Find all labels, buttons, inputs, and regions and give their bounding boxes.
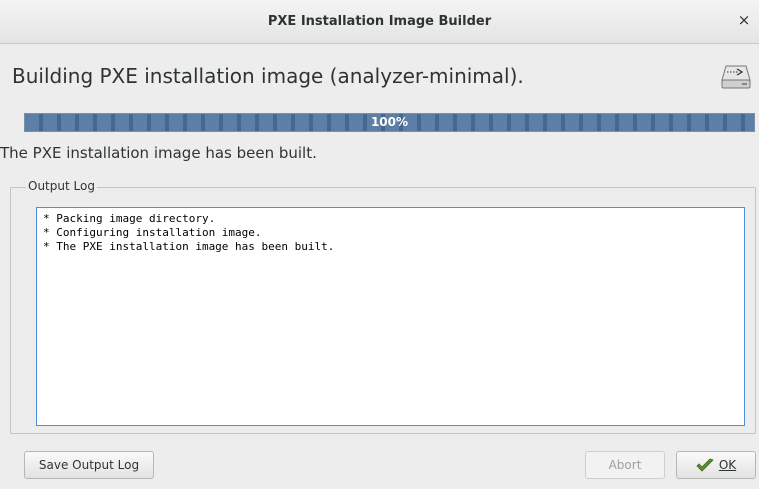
ok-button[interactable]: OK <box>676 451 756 479</box>
title-bar: PXE Installation Image Builder × <box>0 0 759 44</box>
save-output-log-button[interactable]: Save Output Log <box>24 451 154 479</box>
output-log-label: Output Log <box>26 179 97 193</box>
progress-bar: 100% <box>24 113 755 132</box>
drive-icon <box>721 65 751 89</box>
window-title: PXE Installation Image Builder <box>267 14 492 29</box>
save-output-log-label: Save Output Log <box>38 458 140 472</box>
abort-label: Abort <box>608 458 642 472</box>
output-log-textarea[interactable]: * Packing image directory. * Configuring… <box>36 207 745 426</box>
checkmark-icon <box>696 458 714 472</box>
close-button[interactable]: × <box>735 11 753 29</box>
abort-button[interactable]: Abort <box>585 451 665 479</box>
log-line: * Packing image directory. <box>43 212 216 225</box>
progress-label: 100% <box>370 115 409 129</box>
ok-label: OK <box>718 458 737 472</box>
status-text: The PXE installation image has been buil… <box>0 144 317 162</box>
log-line: * The PXE installation image has been bu… <box>43 240 335 253</box>
log-line: * Configuring installation image. <box>43 226 262 239</box>
page-heading: Building PXE installation image (analyze… <box>12 64 524 88</box>
